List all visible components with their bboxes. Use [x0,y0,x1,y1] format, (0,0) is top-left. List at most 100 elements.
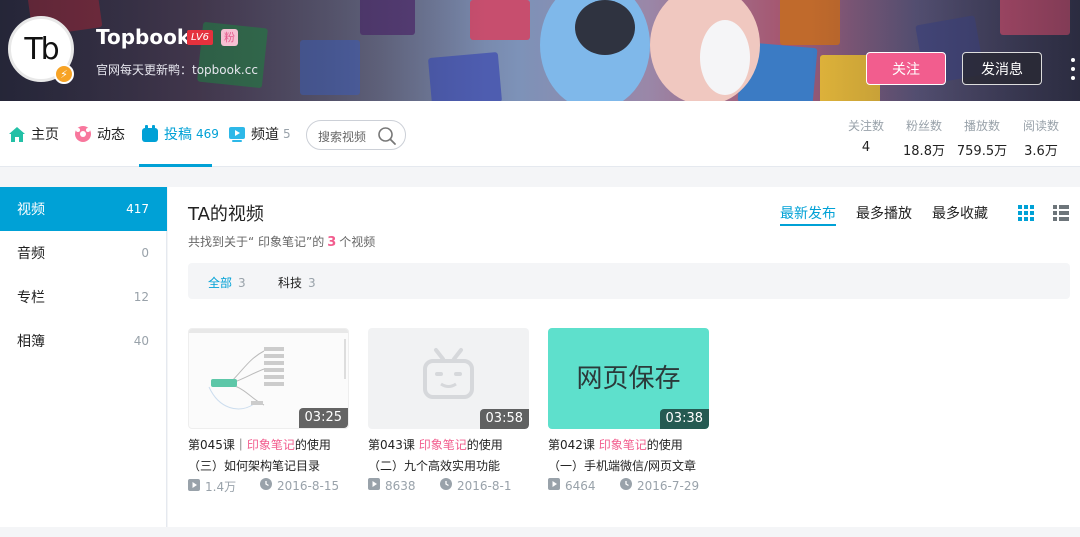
video-title-suffix: 的使用 [294,438,331,452]
active-tab-indicator [139,164,212,167]
video-thumbnail[interactable]: 03:58 [368,328,529,429]
video-thumbnail[interactable]: 03:25 [188,328,349,429]
video-title-highlight: 印象笔记 [598,438,647,452]
fan-badge: 粉 [221,29,238,46]
sidebar-item-count: 40 [133,334,149,348]
video-duration: 03:25 [298,408,348,428]
clock-icon [260,478,272,493]
video-title-prefix: 第043课 [368,438,419,452]
play-icon [188,479,200,494]
message-button[interactable]: 发消息 [962,52,1042,85]
sidebar-item-label: 视频 [17,202,45,218]
stat-following-value: 4 [861,140,871,155]
video-title-highlight: 印象笔记 [418,438,467,452]
sidebar-item-video[interactable]: 视频 417 [0,187,167,231]
content-type-sidebar: 视频 417 音频 0 专栏 12 相簿 40 [0,187,167,527]
thumbnail-text: 网页保存 [576,364,681,394]
clock-icon [440,478,452,493]
stat-following-label: 关注数 [847,119,884,133]
video-list-panel: TA的视频 共找到关于“ 印象笔记”的 3 个视频 最新发布 最多播放 最多收藏 全… [168,187,1080,527]
search-icon[interactable] [377,126,397,150]
play-icon [548,478,560,493]
play-count: 6464 [548,478,596,493]
more-menu-icon[interactable] [1070,58,1076,80]
sidebar-item-articles[interactable]: 专栏 12 [0,275,167,319]
tab-uploads[interactable]: 投稿 469 [141,101,219,167]
tab-dynamic-label: 动态 [97,127,125,143]
found-suffix: 个视频 [339,235,376,249]
tab-home-label: 主页 [31,127,59,143]
list-view-icon[interactable] [1053,205,1069,221]
search-result-summary: 共找到关于“ 印象笔记”的 3 个视频 [188,233,375,250]
sidebar-item-audio[interactable]: 音频 0 [0,231,167,275]
video-duration: 03:38 [659,409,709,429]
video-title-prefix: 第045课｜ [188,438,247,452]
home-icon [8,125,26,143]
sidebar-item-label: 专栏 [17,290,45,306]
upload-date-value: 2016-8-1 [457,478,512,493]
grid-view-icon[interactable] [1018,205,1034,221]
sort-most-favorited[interactable]: 最多收藏 [932,203,988,223]
stat-following[interactable]: 关注数 4 [836,117,896,155]
sort-active-indicator [780,224,836,226]
stat-followers[interactable]: 粉丝数 18.8万 [894,117,954,159]
video-title-suffix: 的使用 [646,438,683,452]
tab-channel[interactable]: 频道 5 [228,101,291,167]
sort-latest[interactable]: 最新发布 [780,203,836,223]
avatar-text: Tb [24,31,59,67]
video-title-prefix: 第042课 [548,438,599,452]
play-count: 8638 [368,478,416,493]
video-title-line2: （一）手机端微信/网页文章 [548,459,697,473]
play-count-value: 6464 [565,478,596,493]
found-prefix: 共找到关于“ 印象笔记”的 [188,235,325,249]
upload-date: 2016-7-29 [620,478,699,493]
tab-uploads-label: 投稿 [164,127,192,143]
video-title-highlight: 印象笔记 [246,438,295,452]
stat-reads-value: 3.6万 [1024,144,1058,159]
video-title-line2: （三）如何架构笔记目录 [188,459,321,473]
tag-tech[interactable]: 科技 3 [278,274,316,291]
video-title[interactable]: 第042课 印象笔记的使用 （一）手机端微信/网页文章 [548,435,709,477]
play-count: 1.4万 [188,478,236,495]
upload-date-value: 2016-8-15 [277,478,340,493]
video-title[interactable]: 第045课｜印象笔记的使用 （三）如何架构笔记目录 [188,435,349,477]
tab-channel-label: 频道 [251,127,279,143]
follow-button[interactable]: 关注 [866,52,946,85]
page-bottom-gap [0,527,1080,537]
tab-dynamic[interactable]: 动态 [74,101,125,167]
sidebar-item-albums[interactable]: 相簿 40 [0,319,167,363]
video-title[interactable]: 第043课 印象笔记的使用 （二）九个高效实用功能 [368,435,529,477]
sidebar-item-count: 417 [126,202,149,216]
tab-home[interactable]: 主页 [8,101,59,167]
stat-plays-label: 播放数 [963,119,1000,133]
page-title: TA的视频 [188,204,264,225]
sidebar-item-count: 12 [133,290,149,304]
sidebar-item-count: 0 [141,246,149,260]
tag-label: 科技 [278,276,303,290]
username: Topbook [96,25,191,49]
play-count-value: 8638 [385,478,416,493]
search-input[interactable]: 搜索视频 [306,120,406,150]
video-title-line2: （二）九个高效实用功能 [368,459,501,473]
play-icon [368,478,380,493]
video-duration: 03:58 [479,409,529,429]
tag-filter-bar: 全部 3 科技 3 [188,263,1070,299]
video-thumbnail[interactable]: 网页保存 03:38 [548,328,709,429]
search-placeholder: 搜索视频 [318,130,367,144]
upload-date: 2016-8-1 [440,478,511,493]
signature: 官网每天更新鸭：topbook.cc [96,63,258,77]
stat-reads: 阅读数 3.6万 [1011,117,1071,159]
channel-icon [228,125,246,143]
lightning-icon: ⚡ [54,64,74,84]
tab-uploads-count: 469 [196,127,219,141]
stat-reads-label: 阅读数 [1022,119,1059,133]
stat-followers-value: 18.8万 [903,144,945,159]
tag-all[interactable]: 全部 3 [208,274,246,291]
play-count-value: 1.4万 [205,480,237,494]
sort-most-played[interactable]: 最多播放 [856,203,912,223]
sidebar-item-label: 相簿 [17,334,45,350]
upload-icon [141,125,159,143]
stat-plays-value: 759.5万 [956,144,1008,159]
clock-icon [620,478,632,493]
stat-plays: 播放数 759.5万 [952,117,1012,159]
